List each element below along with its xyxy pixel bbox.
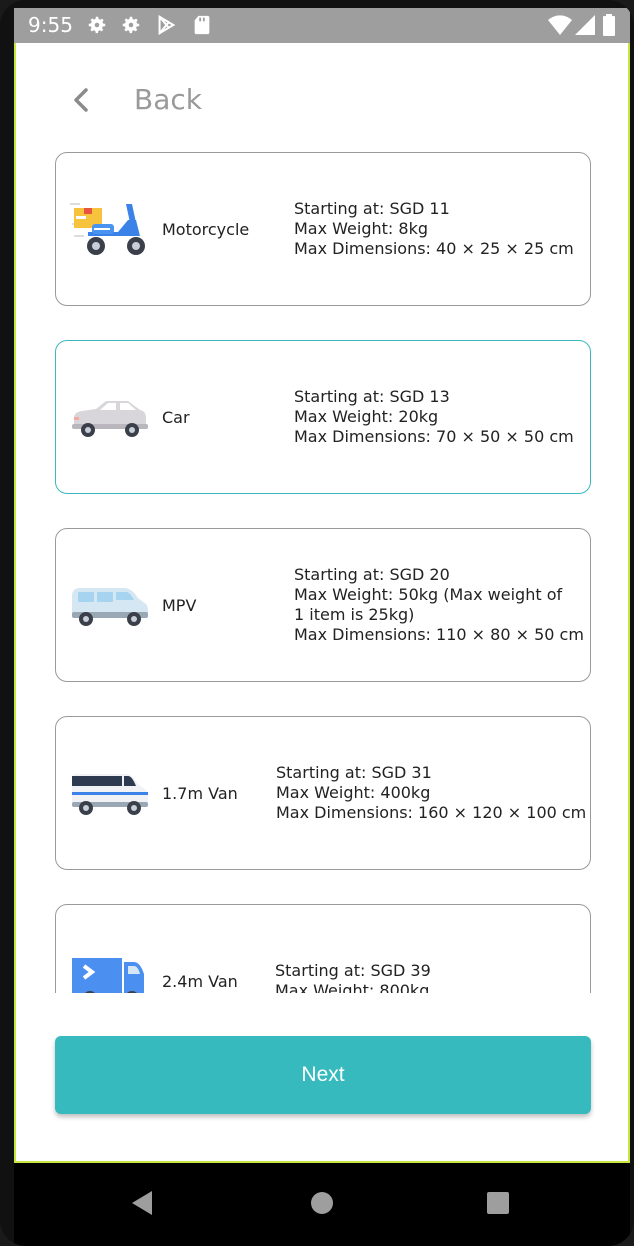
vehicle-details: Starting at: SGD 20 Max Weight: 50kg (Ma… — [294, 529, 584, 681]
wifi-icon — [548, 15, 572, 35]
play-store-icon — [158, 14, 176, 36]
vehicle-name: 2.4m Van — [162, 971, 238, 991]
vehicle-max-weight: Max Weight: 8kg — [294, 219, 428, 238]
vehicle-card-van[interactable]: 1.7m Van Starting at: SGD 31 Max Weight:… — [55, 716, 591, 870]
settings-icon — [122, 16, 140, 34]
vehicle-list[interactable]: Back Motorcycle Starting at: SGD 11 Max … — [16, 43, 628, 993]
vehicle-card-car[interactable]: Car Starting at: SGD 13 Max Weight: 20kg… — [55, 340, 591, 494]
vehicle-max-weight: Max Weight: 400kg — [276, 783, 431, 802]
van-icon — [72, 774, 148, 815]
vehicle-max-dimensions: Max Dimensions: 160 × 120 × 100 cm — [276, 803, 587, 822]
vehicle-price: Starting at: SGD 31 — [276, 763, 432, 782]
status-bar: 9:55 — [14, 8, 630, 43]
vehicle-max-dimensions: Max Dimensions: 110 × 80 × 50 cm — [294, 625, 584, 644]
sd-card-icon — [194, 15, 210, 35]
status-time: 9:55 — [28, 13, 73, 37]
mpv-icon — [72, 588, 148, 626]
vehicle-details: Starting at: SGD 13 Max Weight: 20kg Max… — [294, 341, 574, 493]
back-button[interactable]: Back — [68, 83, 202, 116]
next-button[interactable]: Next — [55, 1036, 591, 1114]
settings-icon — [88, 16, 106, 34]
vehicle-name: 1.7m Van — [162, 783, 238, 803]
vehicle-card-mpv[interactable]: MPV Starting at: SGD 20 Max Weight: 50kg… — [55, 528, 591, 682]
vehicle-card-motorcycle[interactable]: Motorcycle Starting at: SGD 11 Max Weigh… — [55, 152, 591, 306]
vehicle-max-weight: Max Weight: 20kg — [294, 407, 439, 426]
vehicle-name: MPV — [162, 595, 197, 615]
app-screen: Back Motorcycle Starting at: SGD 11 Max … — [14, 43, 630, 1163]
chevron-left-icon — [74, 87, 88, 112]
car-icon — [72, 401, 148, 437]
navigation-bar — [14, 1163, 630, 1246]
vehicle-price: Starting at: SGD 39 — [275, 961, 431, 980]
device-frame: 9:55 Back Motorcycle Starting at: SGD 11… — [0, 0, 634, 1246]
vehicle-details: Starting at: SGD 11 Max Weight: 8kg Max … — [294, 153, 574, 305]
vehicle-price: Starting at: SGD 11 — [294, 199, 450, 218]
vehicle-details: Starting at: SGD 39 Max Weight: 800kg — [275, 905, 431, 993]
vehicle-price: Starting at: SGD 20 — [294, 565, 450, 584]
vehicle-max-weight: Max Weight: 50kg (Max weight of 1 item i… — [294, 585, 563, 624]
vehicle-max-dimensions: Max Dimensions: 40 × 25 × 25 cm — [294, 239, 574, 258]
motorcycle-icon — [70, 203, 145, 255]
vehicle-name: Car — [162, 407, 190, 427]
back-label: Back — [134, 83, 202, 116]
home-circle-icon[interactable] — [309, 1189, 335, 1217]
vehicle-name: Motorcycle — [162, 219, 250, 239]
large-van-icon — [72, 958, 144, 993]
vehicle-price: Starting at: SGD 13 — [294, 387, 450, 406]
recents-square-icon[interactable] — [484, 1189, 512, 1217]
back-triangle-icon[interactable] — [128, 1189, 156, 1217]
battery-icon — [603, 14, 615, 36]
vehicle-max-weight: Max Weight: 800kg — [275, 981, 430, 993]
vehicle-details: Starting at: SGD 31 Max Weight: 400kg Ma… — [276, 717, 586, 869]
vehicle-card-large-van[interactable]: 2.4m Van Starting at: SGD 39 Max Weight:… — [55, 904, 591, 993]
signal-icon — [575, 15, 595, 35]
vehicle-max-dimensions: Max Dimensions: 70 × 50 × 50 cm — [294, 427, 574, 446]
